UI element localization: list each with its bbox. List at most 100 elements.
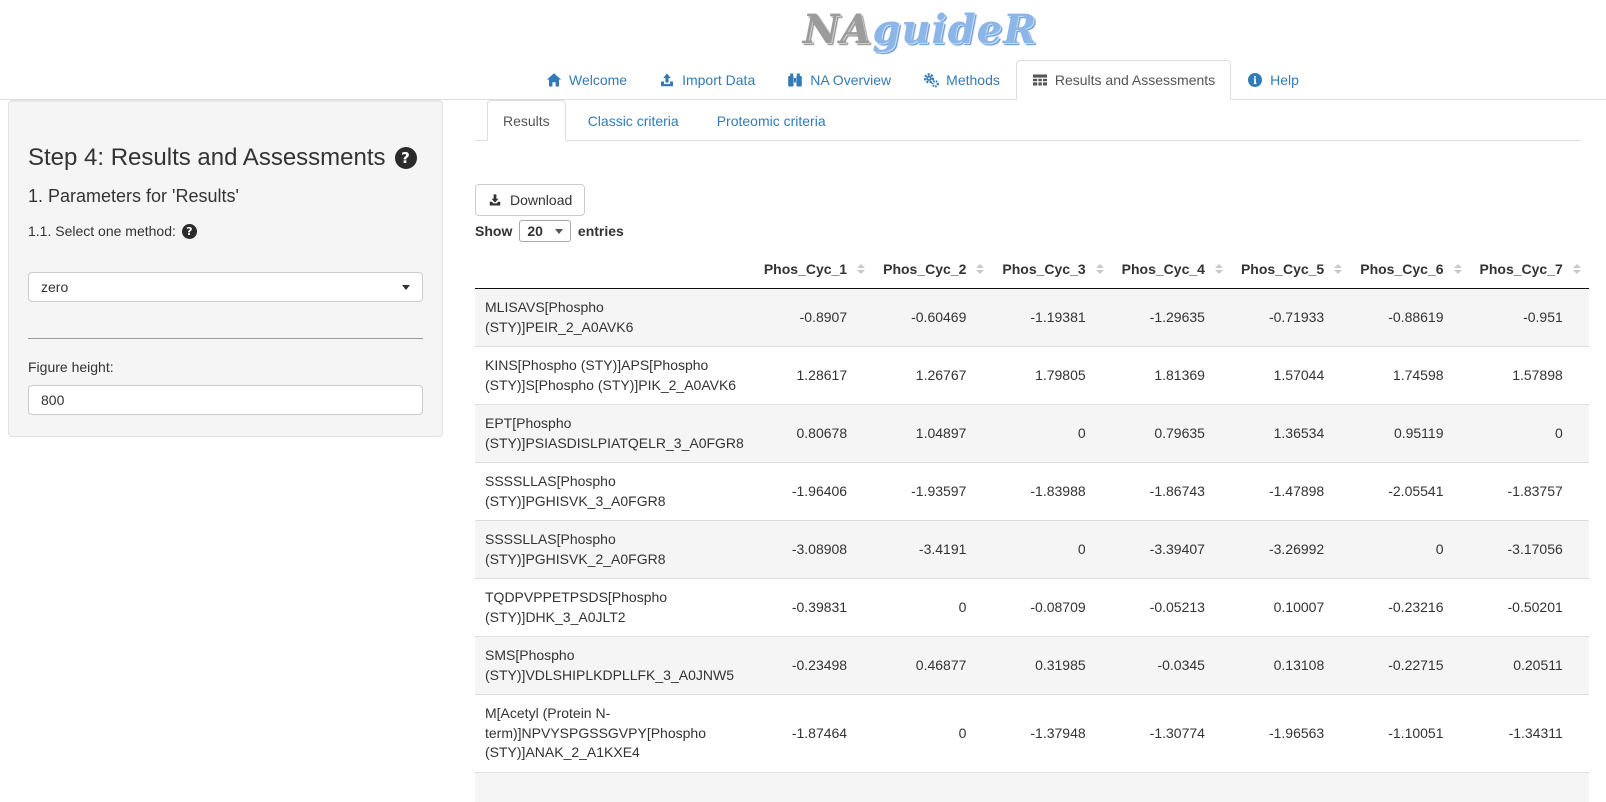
row-label: MLISAVS[Phospho (STY)]PEIR_2_A0AVK6 bbox=[475, 289, 754, 347]
cell-value: -0.23216 bbox=[1350, 579, 1469, 637]
tab-results-link[interactable]: Results bbox=[487, 100, 566, 141]
column-header[interactable]: Phos_Cyc_7 bbox=[1470, 250, 1589, 289]
step-title-text: Step 4: Results and Assessments bbox=[28, 144, 386, 172]
step-title: Step 4: Results and Assessments ? bbox=[28, 144, 423, 172]
app-logo: NAguideR bbox=[803, 6, 1038, 54]
table-row bbox=[475, 772, 1589, 802]
cell-value: 1.04897 bbox=[873, 405, 992, 463]
cell-value: -1.93597 bbox=[873, 463, 992, 521]
cell-value: -1.34311 bbox=[1470, 695, 1589, 773]
cell-value: -1.83988 bbox=[992, 463, 1111, 521]
row-label: SMS[Phospho (STY)]VDLSHIPLKDPLLFK_3_A0JN… bbox=[475, 637, 754, 695]
nav-link-help[interactable]: i Help bbox=[1231, 60, 1315, 100]
download-button-label: Download bbox=[510, 191, 572, 209]
page-length-select[interactable]: 20 bbox=[519, 220, 571, 242]
cell-value: 0.10007 bbox=[1231, 579, 1350, 637]
results-table-body: MLISAVS[Phospho (STY)]PEIR_2_A0AVK6 -0.8… bbox=[475, 289, 1589, 802]
method-select-dropdown[interactable]: zero bbox=[28, 272, 423, 302]
nav-link-results-and-assessments[interactable]: Results and Assessments bbox=[1016, 60, 1231, 100]
cell-value: 0 bbox=[992, 405, 1111, 463]
nav-link-na-overview[interactable]: NA Overview bbox=[771, 60, 907, 100]
nav-item-import-data: Import Data bbox=[643, 60, 771, 100]
binoculars-icon bbox=[787, 72, 803, 88]
tab-classic-criteria-link[interactable]: Classic criteria bbox=[572, 100, 695, 141]
cell-value: -0.50201 bbox=[1470, 579, 1589, 637]
page-length-value: 20 bbox=[527, 223, 543, 239]
cell-value: 1.79805 bbox=[992, 347, 1111, 405]
figure-height-input[interactable] bbox=[28, 385, 423, 415]
cell-value: -3.39407 bbox=[1112, 521, 1231, 579]
table-icon bbox=[1032, 72, 1048, 88]
cell-value: -0.88619 bbox=[1350, 289, 1469, 347]
show-entries-control: Show 20 entries bbox=[475, 220, 1581, 242]
column-header[interactable]: Phos_Cyc_2 bbox=[873, 250, 992, 289]
cell-value: 1.26767 bbox=[873, 347, 992, 405]
nav-link-methods[interactable]: Methods bbox=[907, 60, 1016, 100]
cell-value: 1.36534 bbox=[1231, 405, 1350, 463]
cell-value: 0.20511 bbox=[1470, 637, 1589, 695]
figure-height-label: Figure height: bbox=[28, 359, 423, 375]
cell-value: -1.19381 bbox=[992, 289, 1111, 347]
method-help-question-icon[interactable]: ? bbox=[182, 224, 197, 239]
cell-value: 1.81369 bbox=[1112, 347, 1231, 405]
parameters-section-title: 1. Parameters for 'Results' bbox=[28, 185, 423, 207]
table-row: SMS[Phospho (STY)]VDLSHIPLKDPLLFK_3_A0JN… bbox=[475, 637, 1589, 695]
table-row: EPT[Phospho (STY)]PSIASDISLPIATQELR_3_A0… bbox=[475, 405, 1589, 463]
download-button[interactable]: Download bbox=[475, 184, 585, 216]
nav-link-welcome[interactable]: Welcome bbox=[530, 60, 643, 100]
cell-value: -1.87464 bbox=[754, 695, 873, 773]
cell-value: 0.95119 bbox=[1350, 405, 1469, 463]
cell-value: 0 bbox=[992, 521, 1111, 579]
method-select-label: 1.1. Select one method: ? bbox=[28, 223, 423, 239]
row-label: SSSSLLAS[Phospho (STY)]PGHISVK_2_A0FGR8 bbox=[475, 521, 754, 579]
cell-value: -1.96406 bbox=[754, 463, 873, 521]
sort-icon bbox=[1215, 264, 1223, 274]
cell-value: -0.05213 bbox=[1112, 579, 1231, 637]
sub-tabbar: Results Classic criteria Proteomic crite… bbox=[475, 100, 1581, 141]
column-header[interactable]: Phos_Cyc_3 bbox=[992, 250, 1111, 289]
nav-label: Welcome bbox=[569, 71, 627, 89]
cell-value: -1.86743 bbox=[1112, 463, 1231, 521]
sort-icon bbox=[1334, 264, 1342, 274]
column-header[interactable]: Phos_Cyc_4 bbox=[1112, 250, 1231, 289]
cell-value: 0.46877 bbox=[873, 637, 992, 695]
tab-proteomic-criteria-link[interactable]: Proteomic criteria bbox=[701, 100, 842, 141]
column-header-label: Phos_Cyc_2 bbox=[883, 261, 966, 277]
upload-icon bbox=[659, 72, 675, 88]
cell-value: 0.31985 bbox=[992, 637, 1111, 695]
header-row: Phos_Cyc_1 Phos_Cyc_2 Phos_Cyc_3 Phos_Cy… bbox=[475, 250, 1589, 289]
column-header[interactable]: Phos_Cyc_1 bbox=[754, 250, 873, 289]
sort-icon bbox=[1454, 264, 1462, 274]
cell-value: -1.30774 bbox=[1112, 695, 1231, 773]
help-question-icon[interactable]: ? bbox=[395, 147, 417, 169]
sidebar-divider bbox=[28, 338, 423, 339]
cell-value: -1.10051 bbox=[1350, 695, 1469, 773]
column-header-label: Phos_Cyc_5 bbox=[1241, 261, 1324, 277]
gears-icon bbox=[923, 72, 939, 88]
select-arrow-icon bbox=[555, 229, 563, 234]
top-navbar: Welcome Import Data NA Overview bbox=[0, 60, 1606, 100]
row-label: M[Acetyl (Protein N-term)]NPVYSPGSSGVPY[… bbox=[475, 695, 754, 773]
cell-value: 0.79635 bbox=[1112, 405, 1231, 463]
column-header-label: Phos_Cyc_4 bbox=[1122, 261, 1205, 277]
cell-value: 0 bbox=[1470, 405, 1589, 463]
nav-link-import-data[interactable]: Import Data bbox=[643, 60, 771, 100]
sort-icon bbox=[1096, 264, 1104, 274]
cell-value: -0.23498 bbox=[754, 637, 873, 695]
home-icon bbox=[546, 72, 562, 88]
logo-part-na: NA bbox=[803, 6, 873, 53]
tab-classic-criteria: Classic criteria bbox=[572, 100, 695, 141]
cell-value: 1.57044 bbox=[1231, 347, 1350, 405]
cell-value: -3.08908 bbox=[754, 521, 873, 579]
cell-value: 0 bbox=[873, 579, 992, 637]
column-header[interactable]: Phos_Cyc_6 bbox=[1350, 250, 1469, 289]
cell-value: -1.29635 bbox=[1112, 289, 1231, 347]
tab-results: Results bbox=[487, 100, 566, 141]
cell-value: -1.47898 bbox=[1231, 463, 1350, 521]
cell-value: -1.37948 bbox=[992, 695, 1111, 773]
sort-icon bbox=[857, 264, 865, 274]
cell-value: 1.74598 bbox=[1350, 347, 1469, 405]
info-circle-icon: i bbox=[1247, 72, 1263, 88]
column-header[interactable]: Phos_Cyc_5 bbox=[1231, 250, 1350, 289]
row-label: TQDPVPPETPSDS[Phospho (STY)]DHK_3_A0JLT2 bbox=[475, 579, 754, 637]
